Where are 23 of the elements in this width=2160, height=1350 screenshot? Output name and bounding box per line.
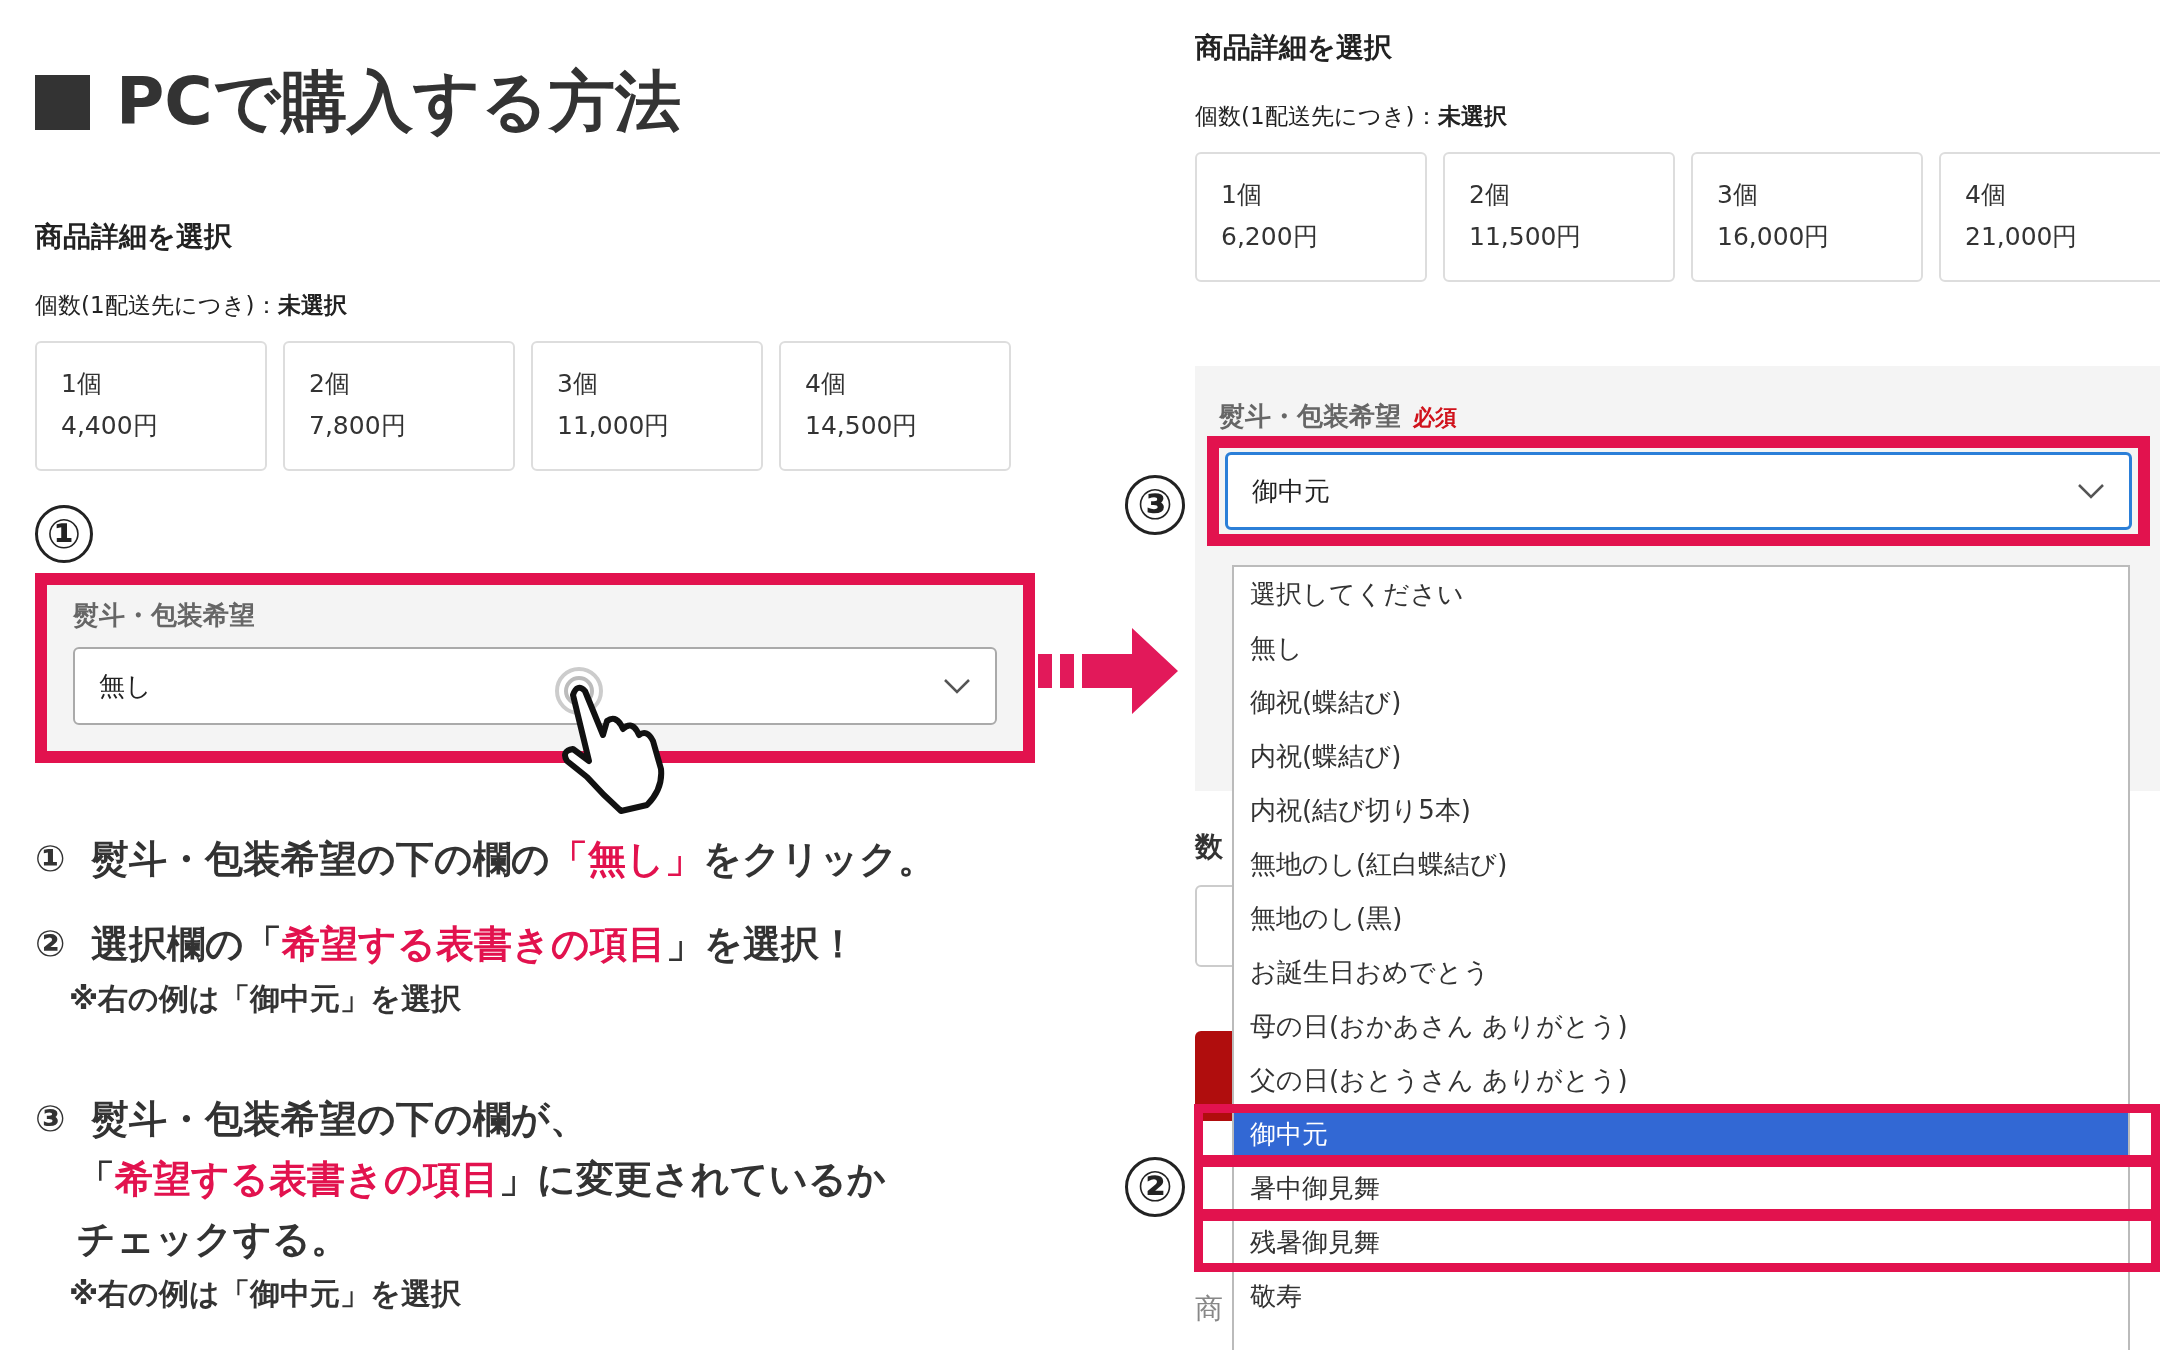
page-title: PCで購入する方法 [116,62,681,142]
step-marker: ② [1125,1157,1185,1217]
instruction-text: 選択欄の「希望する表書きの項目」を選択！ [91,921,857,968]
required-label: 必須 [1413,404,1457,432]
section-heading: 商品詳細を選択 [1195,30,1393,66]
field-label: 熨斗・包装希望 [1219,400,1401,433]
instruction-text: チェックする。 [77,1216,350,1263]
field-label: 熨斗・包装希望 [73,599,256,632]
section-heading: 商品詳細を選択 [35,219,233,255]
instruction-note: ※右の例は「御中元」を選択 [68,1275,463,1313]
instruction-text: 熨斗・包装希望の下の欄の「無し」をクリック。 [91,836,936,883]
step-number: ① [35,837,67,881]
step-marker: ③ [1125,475,1185,535]
instruction-text: 熨斗・包装希望の下の欄が、 [91,1096,589,1143]
step-number: ③ [35,1097,67,1141]
step-number: ② [35,922,67,966]
instruction-text: 「希望する表書きの項目」に変更されているか [77,1156,886,1203]
quantity-label: 個数(1配送先につき)：未選択 [1195,102,1508,131]
product-text: 商 [1195,1291,1223,1327]
instruction-note: ※右の例は「御中元」を選択 [68,980,463,1018]
field-label: 数 [1195,829,1223,865]
quantity-label: 個数(1配送先につき)：未選択 [35,291,348,320]
step-marker: ① [35,505,93,563]
